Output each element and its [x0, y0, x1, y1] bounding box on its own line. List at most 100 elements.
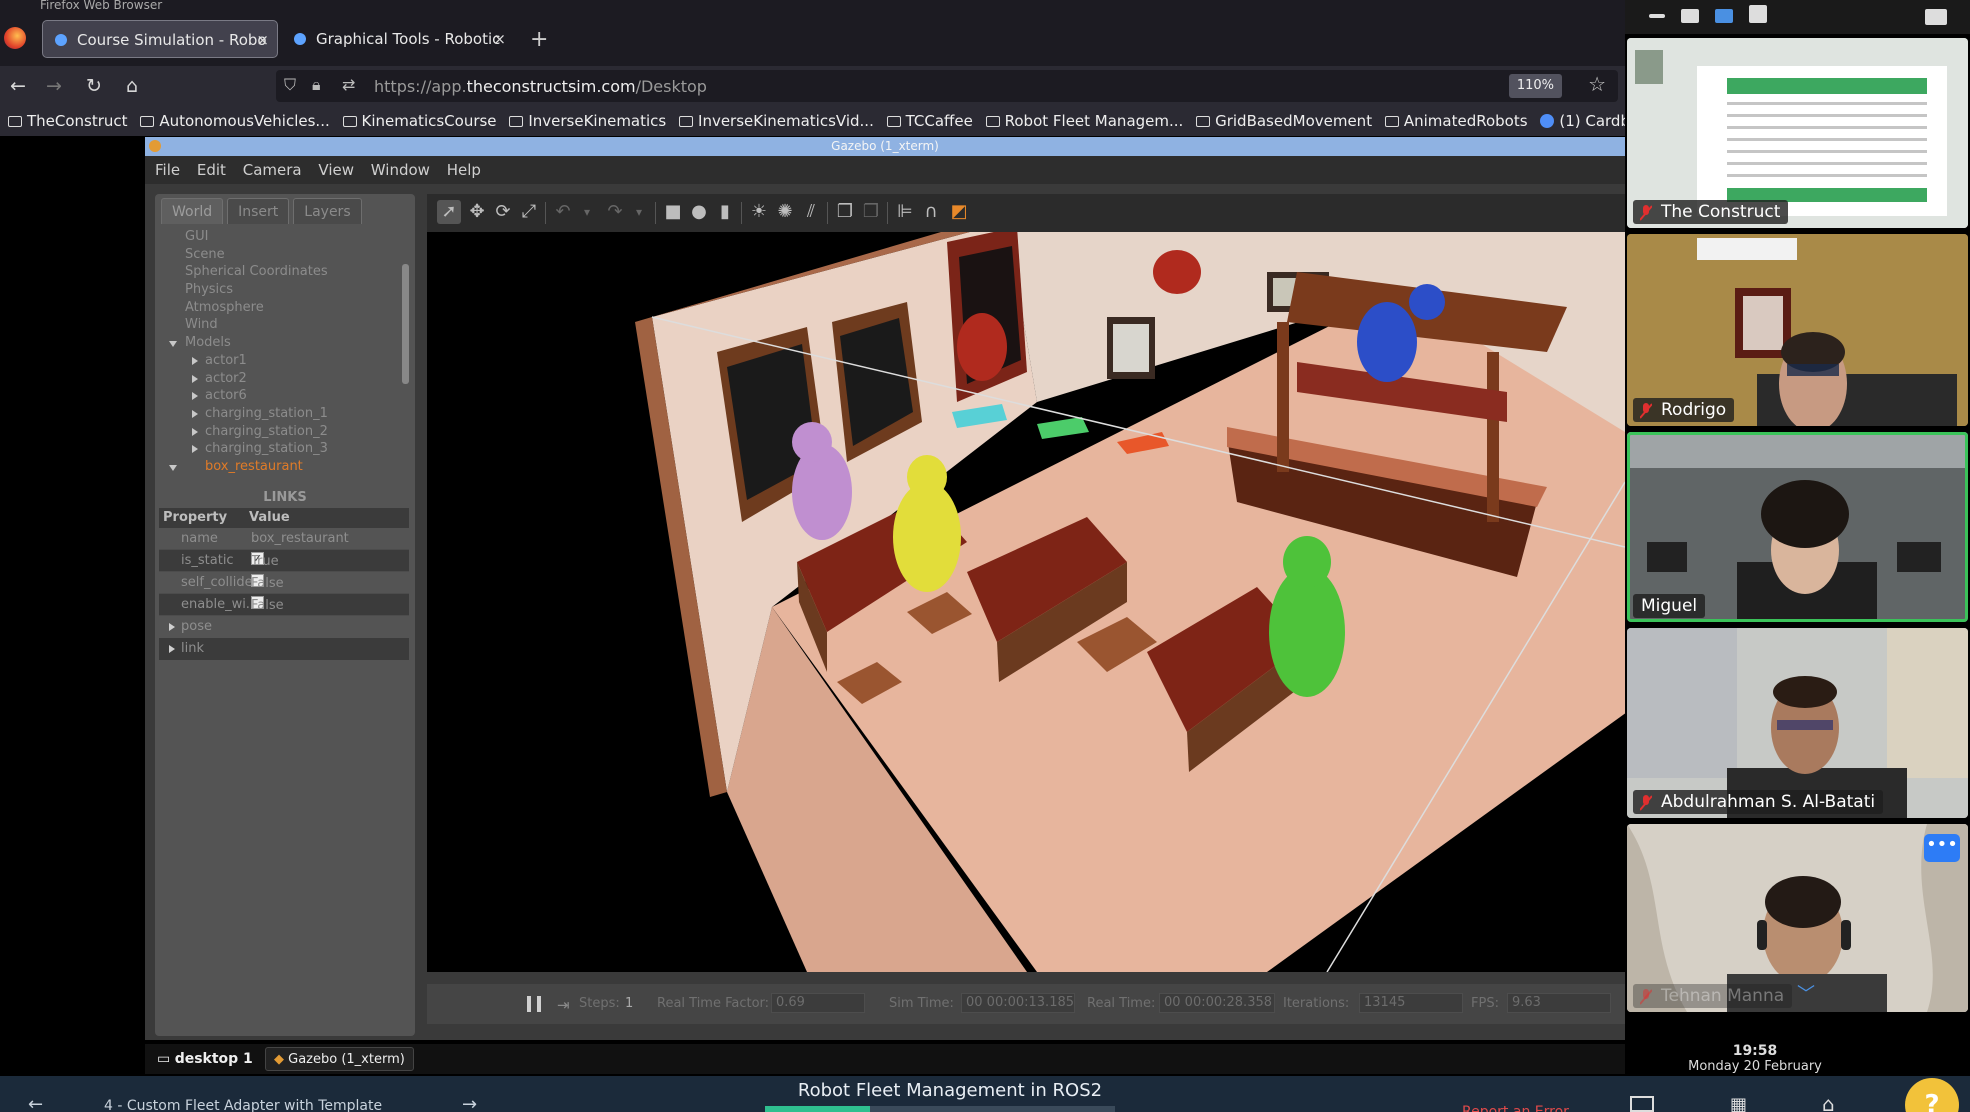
- tab-layers[interactable]: Layers: [293, 198, 362, 224]
- tab-world[interactable]: World: [161, 198, 224, 224]
- home-icon[interactable]: ⌂: [118, 72, 146, 100]
- close-icon[interactable]: ×: [493, 20, 506, 58]
- video-tile-tehnan[interactable]: ••• Tehnan Manna ﹀: [1627, 824, 1968, 1012]
- bookmark-star-icon[interactable]: ☆: [1588, 72, 1606, 96]
- bookmark-item[interactable]: (1) Cardbo: [1540, 106, 1625, 136]
- bookmark-item[interactable]: AutonomousVehicles...: [140, 106, 330, 136]
- box-shape-icon[interactable]: ■: [661, 200, 685, 224]
- pause-button[interactable]: [527, 996, 541, 1012]
- permissions-icon[interactable]: ⇄: [342, 75, 355, 94]
- redo-history-icon[interactable]: ▾: [627, 200, 651, 224]
- chevron-down-icon[interactable]: ﹀: [1797, 980, 1815, 1006]
- rotate-mode-icon[interactable]: ⟳: [491, 200, 515, 224]
- tree-scrollbar[interactable]: [402, 264, 409, 384]
- menu-window[interactable]: Window: [371, 156, 430, 184]
- redo-icon[interactable]: ↷: [603, 200, 627, 224]
- panel-clock[interactable]: 19:58 Monday 20 February: [1680, 1044, 1830, 1075]
- gallery-view-icon[interactable]: [1749, 5, 1767, 23]
- prop-pose-collapsed[interactable]: pose: [159, 616, 409, 638]
- taskbar-gazebo[interactable]: ◆ Gazebo (1_xterm): [265, 1047, 414, 1071]
- snap-icon[interactable]: ∩: [919, 200, 943, 224]
- speaker-view-icon[interactable]: [1681, 9, 1699, 23]
- tree-item-model[interactable]: actor6: [163, 387, 399, 405]
- gazebo-body: World Insert Layers GUI Scene Spherical Co…: [145, 184, 1625, 1040]
- menu-help[interactable]: Help: [447, 156, 481, 184]
- undo-icon[interactable]: ↶: [551, 200, 575, 224]
- next-arrow-icon[interactable]: →: [462, 1094, 477, 1112]
- url-bar[interactable]: ⛉ 🔒︎ ⇄ https://app.theconstructsim.com/D…: [276, 70, 1618, 102]
- tree-item-gui[interactable]: GUI: [163, 228, 399, 246]
- bookmark-item[interactable]: InverseKinematics: [509, 106, 666, 136]
- back-arrow-icon[interactable]: ←: [4, 72, 32, 100]
- select-mode-icon[interactable]: ➚: [437, 200, 461, 224]
- step-icon[interactable]: ⇥: [557, 996, 570, 1014]
- video-tile-rodrigo[interactable]: Rodrigo: [1627, 234, 1968, 426]
- video-tile-abdulrahman[interactable]: Abdulrahman S. Al-Batati: [1627, 628, 1968, 818]
- menu-file[interactable]: File: [155, 156, 180, 184]
- video-tile-miguel[interactable]: Miguel: [1627, 432, 1968, 622]
- copy-icon[interactable]: ❐: [833, 200, 857, 224]
- lock-icon[interactable]: 🔒︎: [312, 75, 321, 95]
- tree-item-wind[interactable]: Wind: [163, 316, 399, 334]
- steps-spinner[interactable]: 1: [625, 996, 633, 1011]
- minimize-icon[interactable]: [1649, 14, 1665, 18]
- sphere-shape-icon[interactable]: ●: [687, 200, 711, 224]
- close-icon[interactable]: ×: [256, 21, 269, 57]
- bookmark-item[interactable]: TCCaffee: [886, 106, 973, 136]
- paste-icon[interactable]: ❐: [859, 200, 883, 224]
- tree-item-model[interactable]: charging_station_1: [163, 405, 399, 423]
- cylinder-shape-icon[interactable]: ▮: [713, 200, 737, 224]
- bookmark-item[interactable]: AnimatedRobots: [1384, 106, 1528, 136]
- translate-mode-icon[interactable]: ✥: [465, 200, 489, 224]
- exit-fullscreen-icon[interactable]: [1925, 9, 1947, 25]
- tree-item-model[interactable]: charging_station_3: [163, 440, 399, 458]
- grid-icon[interactable]: ▦: [1730, 1094, 1747, 1112]
- zoom-level-badge[interactable]: 110%: [1508, 74, 1562, 98]
- tab-graphical-tools[interactable]: Graphical Tools - Robotic ×: [282, 20, 514, 58]
- menu-camera[interactable]: Camera: [243, 156, 302, 184]
- screen-icon[interactable]: [1630, 1096, 1654, 1112]
- bookmark-item[interactable]: KinematicsCourse: [342, 106, 497, 136]
- prop-value[interactable]: box_restaurant: [251, 529, 349, 549]
- prop-link-collapsed[interactable]: link: [159, 638, 409, 660]
- 3d-viewport[interactable]: [427, 232, 1625, 972]
- tree-item-selected-model[interactable]: box_restaurant: [163, 458, 399, 476]
- tree-item-model[interactable]: charging_station_2: [163, 423, 399, 441]
- align-icon[interactable]: ⊫: [893, 200, 917, 224]
- change-view-icon[interactable]: ◩: [947, 200, 971, 224]
- menu-view[interactable]: View: [318, 156, 354, 184]
- tree-item-model[interactable]: actor1: [163, 352, 399, 370]
- bookmark-item[interactable]: GridBasedMovement: [1196, 106, 1372, 136]
- tree-item-spherical-coordinates[interactable]: Spherical Coordinates: [163, 263, 399, 281]
- tree-item-model[interactable]: actor2: [163, 370, 399, 388]
- more-options-button[interactable]: •••: [1924, 834, 1960, 862]
- bookmark-item[interactable]: TheConstruct: [8, 106, 128, 136]
- undo-history-icon[interactable]: ▾: [575, 200, 599, 224]
- home-icon[interactable]: ⌂: [1822, 1092, 1835, 1112]
- prev-arrow-icon[interactable]: ←: [28, 1094, 43, 1112]
- gazebo-titlebar[interactable]: Gazebo (1_xterm): [145, 137, 1625, 156]
- spot-light-icon[interactable]: ✺: [773, 200, 797, 224]
- reload-icon[interactable]: ↻: [80, 72, 108, 100]
- tab-course-simulation[interactable]: Course Simulation - Robo ×: [42, 20, 278, 58]
- bookmark-item[interactable]: InverseKinematicsVid...: [679, 106, 874, 136]
- tree-item-physics[interactable]: Physics: [163, 281, 399, 299]
- workspace-switcher[interactable]: ▭ desktop 1: [149, 1047, 261, 1071]
- directional-light-icon[interactable]: ⫽: [799, 200, 823, 224]
- new-tab-button[interactable]: +: [530, 29, 548, 51]
- scale-mode-icon[interactable]: ⤢: [517, 200, 541, 224]
- previous-unit-link[interactable]: 4 - Custom Fleet Adapter with Template: [104, 1098, 382, 1112]
- bookmark-item[interactable]: Robot Fleet Managem...: [985, 106, 1183, 136]
- menu-edit[interactable]: Edit: [197, 156, 226, 184]
- video-tile-the-construct[interactable]: The Construct: [1627, 38, 1968, 228]
- point-light-icon[interactable]: ☀: [747, 200, 771, 224]
- tree-item-models[interactable]: Models: [163, 334, 399, 352]
- tab-insert[interactable]: Insert: [227, 198, 290, 224]
- strip-view-icon[interactable]: [1715, 9, 1733, 23]
- shield-icon[interactable]: ⛉: [284, 75, 296, 95]
- forward-arrow-icon[interactable]: →: [40, 72, 68, 100]
- report-error-link[interactable]: Report an Error: [1462, 1104, 1569, 1112]
- url-text[interactable]: https://app.theconstructsim.com/Desktop: [374, 77, 707, 96]
- tree-item-atmosphere[interactable]: Atmosphere: [163, 299, 399, 317]
- tree-item-scene[interactable]: Scene: [163, 246, 399, 264]
